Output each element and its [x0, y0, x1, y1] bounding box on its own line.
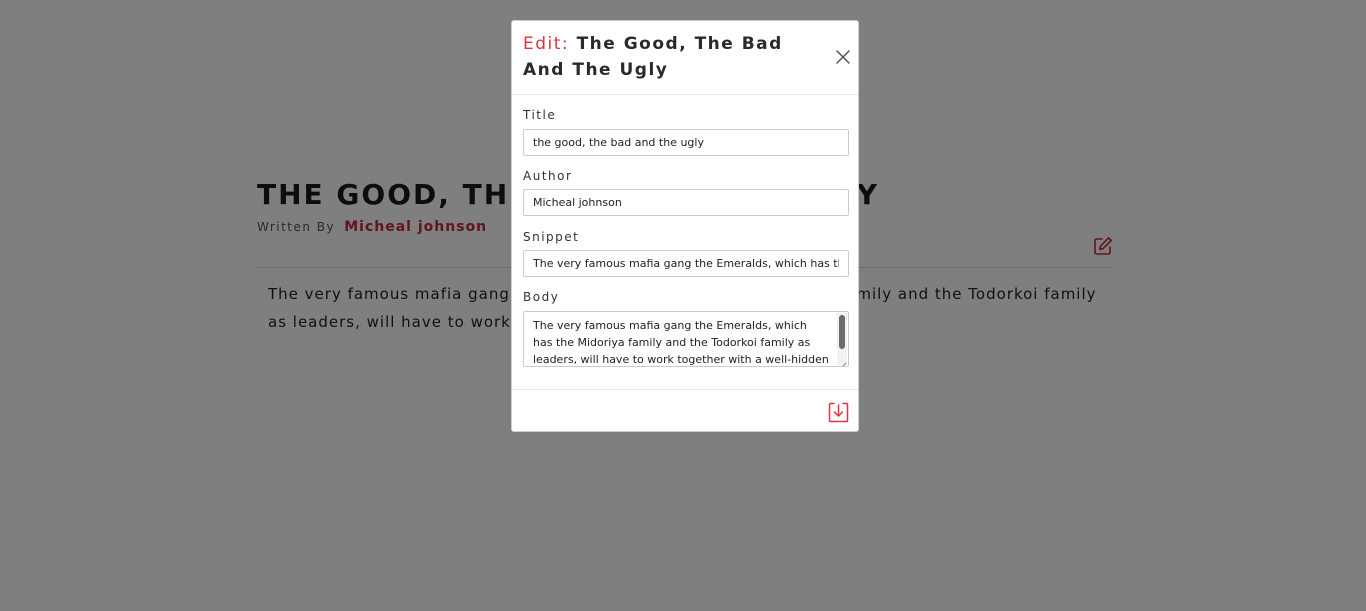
body-textarea-text: The very famous mafia gang the Emeralds,…: [533, 319, 829, 366]
close-icon: [836, 50, 850, 64]
author-label: Author: [523, 169, 573, 183]
modal-footer: [512, 389, 858, 432]
snippet-input[interactable]: [523, 250, 849, 277]
modal-header: Edit: The Good, The Bad And The Ugly: [512, 21, 858, 95]
body-label: Body: [523, 290, 560, 304]
edit-modal: Edit: The Good, The Bad And The Ugly Tit…: [511, 20, 859, 432]
title-label: Title: [523, 108, 557, 122]
save-button[interactable]: [828, 402, 849, 423]
snippet-label: Snippet: [523, 230, 580, 244]
page: THE GOOD, THE BAD AND THE UGLY Written B…: [0, 0, 1366, 611]
modal-title: Edit: The Good, The Bad And The Ugly: [523, 31, 823, 83]
save-download-icon: [828, 402, 849, 423]
author-input[interactable]: [523, 189, 849, 216]
resize-handle-icon[interactable]: [837, 355, 847, 366]
close-button[interactable]: [835, 49, 851, 65]
title-input[interactable]: [523, 129, 849, 156]
body-textarea[interactable]: The very famous mafia gang the Emeralds,…: [523, 311, 849, 367]
body-scrollbar-thumb[interactable]: [839, 315, 845, 349]
modal-edit-label: Edit:: [523, 34, 570, 54]
